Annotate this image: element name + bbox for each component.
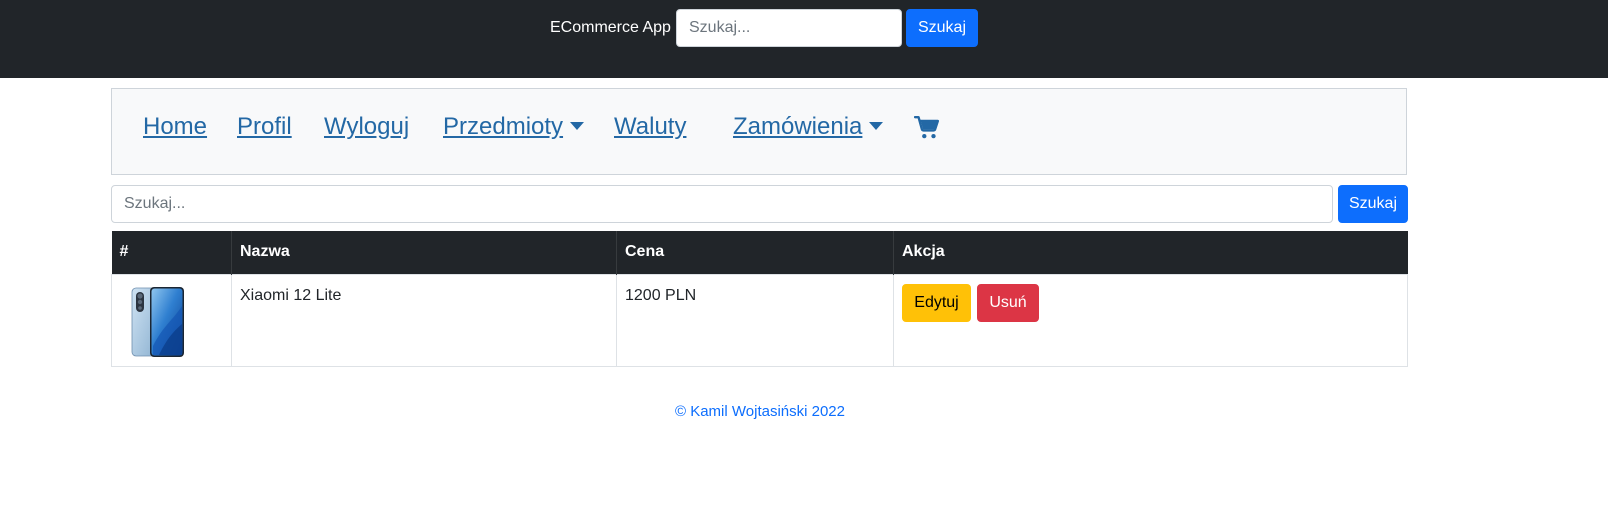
nav-profile-link[interactable]: Profil (237, 113, 292, 141)
app-brand[interactable]: ECommerce App (550, 19, 671, 37)
top-search-input[interactable] (676, 9, 902, 47)
shopping-cart-icon[interactable] (914, 115, 940, 141)
product-price: 1200 PLN (616, 273, 894, 367)
products-table: # Nazwa Cena Akcja Xiaomi 12 Lite 1200 P… (111, 231, 1408, 367)
product-name: Xiaomi 12 Lite (231, 273, 617, 367)
table-row: Xiaomi 12 Lite 1200 PLN Edytuj Usuń (111, 273, 1408, 367)
footer-copyright: © Kamil Wojtasiński 2022 (674, 403, 845, 420)
nav-orders-dropdown[interactable]: Zamówienia (733, 113, 884, 141)
table-header-row: # Nazwa Cena Akcja (111, 231, 1408, 274)
main-nav: Home Profil Wyloguj Przedmioty Waluty Za… (111, 88, 1407, 175)
column-header-price: Cena (616, 231, 894, 274)
product-search-input[interactable] (111, 185, 1333, 223)
edit-button[interactable]: Edytuj (902, 283, 971, 322)
product-image-cell (111, 273, 232, 367)
chevron-down-icon (869, 121, 884, 130)
smartphone-image (131, 286, 184, 357)
column-header-name: Nazwa (231, 231, 617, 274)
nav-items-label: Przedmioty (443, 113, 564, 140)
delete-button[interactable]: Usuń (977, 283, 1039, 322)
top-navbar: ECommerce App Szukaj (0, 0, 1608, 78)
nav-orders-label: Zamówienia (733, 113, 863, 140)
nav-currencies-link[interactable]: Waluty (614, 113, 686, 141)
top-search-button[interactable]: Szukaj (906, 9, 978, 47)
column-header-action: Akcja (893, 231, 1408, 274)
nav-logout-link[interactable]: Wyloguj (324, 113, 409, 141)
product-search-button[interactable]: Szukaj (1338, 185, 1408, 223)
product-actions: Edytuj Usuń (893, 273, 1408, 367)
nav-home-link[interactable]: Home (143, 113, 207, 141)
chevron-down-icon (570, 121, 585, 130)
nav-items-dropdown[interactable]: Przedmioty (443, 113, 585, 141)
column-header-index: # (111, 231, 232, 274)
